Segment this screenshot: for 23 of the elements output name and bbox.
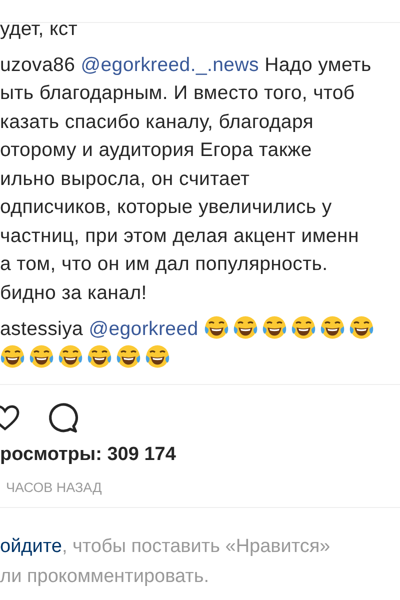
login-link[interactable]: ойдите <box>0 536 62 557</box>
comment-icon[interactable] <box>46 401 79 434</box>
post-time: ЧАСОВ НАЗАД <box>0 480 400 508</box>
comment-text: удет, кст <box>0 17 79 42</box>
comment-text: uzova86 @egorkreed._.news Надо уметь ыть благодарным. И вместо того, чтоб казать спасибо каналу, благодаря оторому и аудитория Егора также ильно выросла, он считает одписчиков, которые увеличились у частниц, при этом делая акцент именн а том, что он им дал популярность. бидно за канал! <box>0 52 372 306</box>
comment-author-link[interactable]: astessiya <box>0 318 84 340</box>
laughing-crying-emoji-icon <box>232 315 258 340</box>
laughing-crying-emoji-icon <box>204 315 229 340</box>
laughing-crying-emoji-icon <box>116 344 141 368</box>
laughing-crying-emoji-icon <box>145 344 170 368</box>
laughing-crying-emoji-icon <box>290 315 316 340</box>
laughing-crying-emoji-icon <box>348 315 374 340</box>
laughing-crying-emoji-icon <box>87 344 112 368</box>
laughing-crying-emoji-icon <box>320 315 345 340</box>
mention-link[interactable]: @egorkreed._.news <box>80 54 259 76</box>
login-prompt-text: ойдите, чтобы поставить «Нравится» ли прокомментировать. <box>0 535 332 589</box>
laughing-crying-emoji-icon <box>0 344 25 368</box>
mention-link[interactable]: @egorkreed <box>88 318 198 340</box>
laughing-crying-emoji-icon <box>29 344 54 368</box>
laughing-crying-emoji-icon <box>58 344 83 368</box>
comment-author-link[interactable]: uzova86 <box>0 54 76 76</box>
laughing-crying-emoji-icon <box>262 315 287 340</box>
view-count: росмотры: 309 174 <box>0 444 177 466</box>
